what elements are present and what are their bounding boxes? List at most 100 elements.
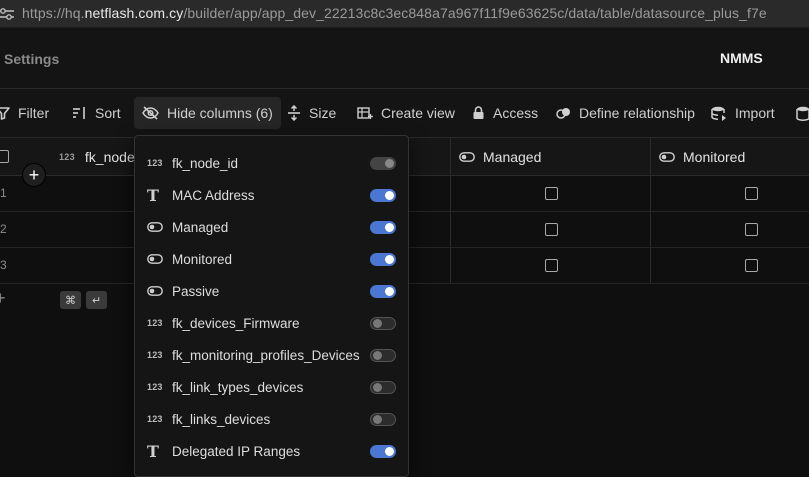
- more-toolbar-button[interactable]: [796, 97, 809, 129]
- hide-columns-button[interactable]: Hide columns (6): [134, 97, 281, 129]
- visibility-toggle[interactable]: [370, 444, 396, 458]
- visibility-toggle[interactable]: [370, 252, 396, 266]
- column-divider: [650, 248, 651, 283]
- visibility-toggle[interactable]: [370, 380, 396, 394]
- column-divider: [450, 248, 451, 283]
- row-number: 3: [0, 258, 7, 272]
- url-prefix: https://hq.: [22, 5, 85, 21]
- text-type-icon: T: [147, 185, 159, 205]
- hide-columns-menu: 123 fk_node_id T MAC Address Managed Mon…: [134, 135, 409, 477]
- monitored-checkbox[interactable]: [745, 187, 758, 200]
- column-divider: [650, 176, 651, 211]
- managed-checkbox[interactable]: [545, 223, 558, 236]
- access-button[interactable]: Access: [472, 97, 538, 129]
- define-relationship-label: Define relationship: [579, 105, 695, 121]
- create-view-icon: [357, 107, 373, 119]
- menu-item-passive[interactable]: Passive: [135, 275, 408, 307]
- number-type-icon: 123: [59, 151, 75, 162]
- toggle-type-icon: [147, 222, 167, 232]
- settings-tab[interactable]: Settings: [4, 51, 59, 67]
- lock-icon: [473, 106, 484, 119]
- relationship-icon: [556, 108, 570, 119]
- column-divider: [450, 138, 451, 175]
- visibility-toggle[interactable]: [370, 316, 396, 330]
- access-label: Access: [493, 105, 539, 121]
- menu-item-label: Managed: [172, 219, 229, 235]
- eye-off-icon: [142, 106, 159, 120]
- menu-item-fk-links-devices[interactable]: 123 fk_links_devices: [135, 403, 408, 435]
- toggle-type-icon: [459, 151, 475, 162]
- menu-item-delegated-ip-ranges[interactable]: T Delegated IP Ranges: [135, 435, 408, 467]
- menu-item-fk-link-types-devices[interactable]: 123 fk_link_types_devices: [135, 371, 408, 403]
- number-type-icon: 123: [147, 414, 163, 424]
- toggle-type-icon: [659, 151, 675, 162]
- sort-icon: [73, 107, 85, 119]
- menu-item-label: fk_link_types_devices: [172, 379, 304, 395]
- site-settings-icon[interactable]: [0, 6, 18, 22]
- column-header-monitored[interactable]: Monitored: [659, 138, 745, 175]
- visibility-toggle[interactable]: [370, 348, 396, 362]
- filter-icon: [0, 107, 10, 120]
- column-name: Managed: [483, 148, 542, 165]
- sort-label: Sort: [95, 105, 121, 121]
- size-button[interactable]: Size: [287, 97, 336, 129]
- menu-item-managed[interactable]: Managed: [135, 211, 408, 243]
- number-type-icon: 123: [147, 158, 163, 168]
- filter-label: Filter: [18, 105, 50, 121]
- row-number: 2: [0, 222, 7, 236]
- menu-item-monitored[interactable]: Monitored: [135, 243, 408, 275]
- app-title: NMMS: [720, 50, 763, 66]
- menu-item-fk-node-id[interactable]: 123 fk_node_id: [135, 147, 408, 179]
- visibility-toggle[interactable]: [370, 412, 396, 426]
- filter-button[interactable]: Filter: [0, 97, 49, 129]
- add-column-button[interactable]: +: [22, 163, 46, 187]
- create-view-button[interactable]: Create view: [357, 97, 455, 129]
- row-number: 1: [0, 186, 7, 200]
- url-text[interactable]: https://hq.netflash.com.cy/builder/app/a…: [22, 5, 767, 21]
- add-row-button[interactable]: +: [0, 288, 6, 309]
- create-view-label: Create view: [381, 105, 455, 121]
- toggle-type-icon: [147, 254, 167, 264]
- managed-checkbox[interactable]: [545, 259, 558, 272]
- menu-item-label: MAC Address: [172, 187, 255, 203]
- size-label: Size: [309, 105, 337, 121]
- import-label: Import: [735, 105, 775, 121]
- visibility-toggle[interactable]: [370, 284, 396, 298]
- url-path: /builder/app/app_dev_22213c8c3ec848a7a96…: [183, 5, 767, 21]
- menu-item-label: Delegated IP Ranges: [172, 443, 301, 459]
- menu-item-label: fk_devices_Firmware: [172, 315, 300, 331]
- column-divider: [450, 212, 451, 247]
- database-icon: [796, 106, 809, 121]
- column-header-managed[interactable]: Managed: [459, 138, 541, 175]
- row-height-icon: [288, 105, 300, 121]
- menu-item-mac-address[interactable]: T MAC Address: [135, 179, 408, 211]
- define-relationship-button[interactable]: Define relationship: [556, 97, 695, 129]
- text-type-icon: T: [147, 441, 159, 461]
- browser-url-bar[interactable]: https://hq.netflash.com.cy/builder/app/a…: [0, 0, 809, 28]
- menu-item-fk-devices-firmware[interactable]: 123 fk_devices_Firmware: [135, 307, 408, 339]
- column-name: Monitored: [683, 148, 746, 165]
- column-divider: [650, 138, 651, 175]
- managed-checkbox[interactable]: [545, 187, 558, 200]
- visibility-toggle[interactable]: [370, 220, 396, 234]
- monitored-checkbox[interactable]: [745, 259, 758, 272]
- table-toolbar: Filter Sort Hide columns (6) Size Create…: [0, 89, 809, 138]
- enter-key-hint: ↵: [86, 291, 107, 309]
- monitored-checkbox[interactable]: [745, 223, 758, 236]
- plus-icon: +: [28, 165, 40, 185]
- column-header-fk-node[interactable]: 123 fk_node_: [59, 138, 143, 175]
- hide-columns-label: Hide columns (6): [167, 105, 273, 121]
- menu-item-label: Passive: [172, 283, 220, 299]
- visibility-toggle[interactable]: [370, 188, 396, 202]
- url-host: netflash.com.cy: [84, 5, 184, 21]
- import-button[interactable]: Import: [711, 97, 775, 129]
- menu-item-label: fk_links_devices: [172, 411, 271, 427]
- menu-item-fk-monitoring-profiles-devices[interactable]: 123 fk_monitoring_profiles_Devices: [135, 339, 408, 371]
- select-all-checkbox[interactable]: [0, 150, 9, 163]
- import-database-icon: [711, 106, 726, 121]
- visibility-toggle[interactable]: [370, 156, 396, 170]
- sort-button[interactable]: Sort: [72, 97, 121, 129]
- menu-item-label: Monitored: [172, 251, 233, 267]
- number-type-icon: 123: [147, 350, 163, 360]
- column-divider: [650, 212, 651, 247]
